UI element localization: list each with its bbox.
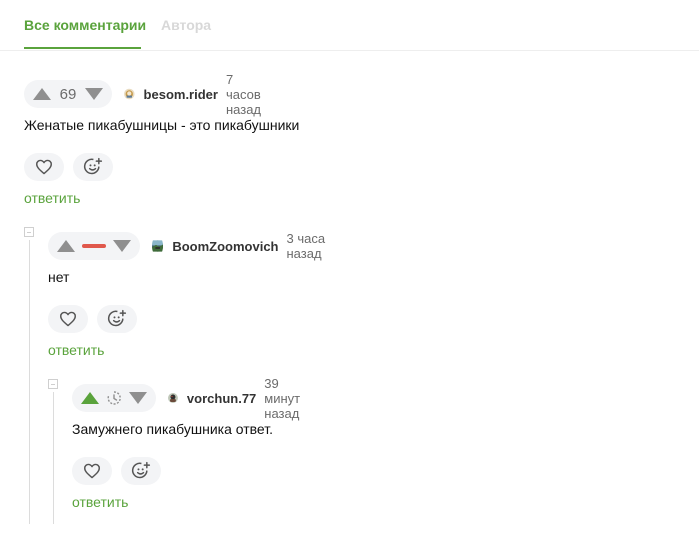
hidden-negative-rating — [82, 244, 106, 248]
avatar[interactable] — [152, 236, 164, 256]
comment-actions — [24, 153, 122, 181]
avatar[interactable] — [168, 388, 178, 408]
downvote-button[interactable] — [126, 386, 150, 410]
comment-text: Замужнего пикабушника ответ. — [72, 421, 274, 437]
emoji-add-icon — [83, 157, 103, 175]
rating-control — [48, 232, 140, 260]
arrow-up-icon — [33, 88, 51, 100]
like-button[interactable] — [72, 457, 112, 485]
rating-control — [72, 384, 156, 412]
comment-text: Женатые пикабушницы - это пикабушники — [24, 117, 300, 133]
comment-text: нет — [48, 269, 70, 285]
emoji-add-icon — [107, 309, 127, 327]
reply-link[interactable]: ответить — [72, 494, 128, 510]
upvote-button[interactable] — [30, 82, 54, 106]
comment-time[interactable]: 3 часа назад — [287, 231, 331, 261]
arrow-down-icon — [85, 88, 103, 100]
heart-icon — [36, 159, 52, 175]
heart-icon — [60, 311, 77, 327]
collapse-thread-button[interactable] — [24, 227, 34, 237]
thread-line — [29, 240, 30, 524]
emoji-add-icon — [131, 461, 151, 479]
comment-time[interactable]: 39 минут назад — [264, 376, 310, 421]
comment-header: vorchun.77 39 минут назад — [72, 376, 310, 421]
comment-header: 69 besom.rider 7 часов назад — [24, 72, 270, 117]
username[interactable]: vorchun.77 — [187, 391, 256, 406]
pending-rating — [102, 386, 126, 410]
upvote-button[interactable] — [78, 386, 102, 410]
add-reaction-button[interactable] — [73, 153, 113, 181]
rating-value: 69 — [59, 85, 77, 103]
arrow-up-active-icon — [81, 392, 99, 404]
active-tab-indicator — [24, 47, 141, 49]
reply-link[interactable]: ответить — [24, 190, 80, 206]
thread-line — [53, 392, 54, 524]
arrow-down-icon — [129, 392, 147, 404]
comments-tabs: Все комментарии Автора — [0, 0, 699, 51]
avatar[interactable] — [124, 84, 135, 104]
comment-actions — [72, 457, 170, 485]
like-button[interactable] — [24, 153, 64, 181]
tab-author[interactable]: Автора — [161, 17, 211, 33]
username[interactable]: BoomZoomovich — [172, 239, 278, 254]
rating-control: 69 — [24, 80, 112, 108]
username[interactable]: besom.rider — [144, 87, 218, 102]
clock-icon — [107, 391, 121, 405]
tab-all-comments[interactable]: Все комментарии — [24, 17, 146, 33]
add-reaction-button[interactable] — [121, 457, 161, 485]
downvote-button[interactable] — [110, 234, 134, 258]
collapse-thread-button[interactable] — [48, 379, 58, 389]
add-reaction-button[interactable] — [97, 305, 137, 333]
comment-header: BoomZoomovich 3 часа назад — [48, 231, 331, 261]
comment-time[interactable]: 7 часов назад — [226, 72, 270, 117]
heart-icon — [83, 463, 100, 479]
reply-link[interactable]: ответить — [48, 342, 104, 358]
comment-actions — [48, 305, 146, 333]
arrow-up-icon — [57, 240, 75, 252]
upvote-button[interactable] — [54, 234, 78, 258]
like-button[interactable] — [48, 305, 88, 333]
downvote-button[interactable] — [82, 82, 106, 106]
arrow-down-icon — [113, 240, 131, 252]
